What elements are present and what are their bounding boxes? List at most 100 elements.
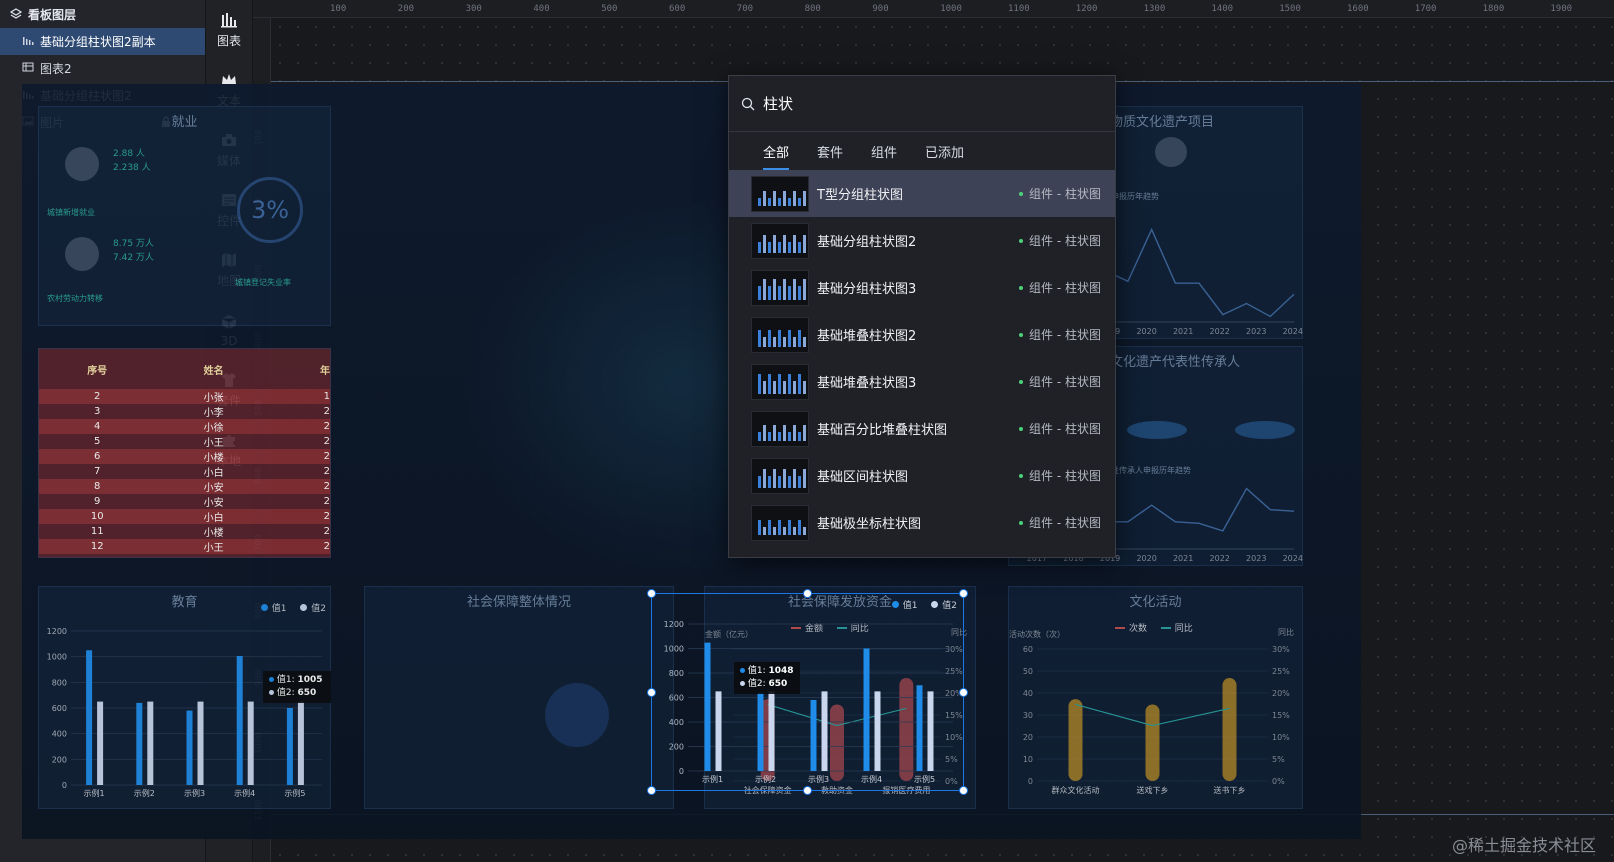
table-cell: 2	[323, 451, 330, 462]
thumb-bar	[793, 234, 796, 253]
layer-item[interactable]: 基础分组柱状图2副本	[0, 28, 205, 55]
thumb-bar	[798, 373, 801, 394]
culture-chart: 30% 60 25% 50 20% 40 15% 30 10% 20 5% 10 0% 0 群众文化活动 送戏…	[1023, 645, 1290, 795]
thumb-bar	[783, 278, 786, 300]
category-bar-chart[interactable]: 图表	[206, 0, 252, 60]
bar-值2	[247, 701, 254, 785]
security-legend: 值1 值2	[891, 598, 957, 611]
table-cell: 小安	[203, 483, 224, 494]
thumb-bar	[803, 526, 806, 535]
resize-handle-bl[interactable]	[647, 786, 656, 795]
ruler-tick: 1900	[1550, 4, 1573, 14]
result-item[interactable]: 基础区间柱状图 组件 - 柱状图	[729, 452, 1115, 499]
ruler-tick: 1100	[1008, 4, 1030, 14]
ruler-tick: 1400	[1211, 4, 1234, 14]
thumb-bar	[788, 241, 791, 253]
layers-icon	[10, 8, 22, 19]
result-item[interactable]: 基础分组柱状图2 组件 - 柱状图	[729, 217, 1115, 264]
table-row: 12 小王 2	[39, 539, 330, 554]
bar-值2	[874, 691, 881, 771]
resize-handle-l[interactable]	[647, 688, 656, 697]
thumb-bar	[768, 475, 771, 488]
bar	[1068, 699, 1083, 781]
thumb-bar	[803, 380, 806, 394]
thumb-bar	[778, 373, 781, 394]
resize-handle-t[interactable]	[803, 589, 812, 598]
ruler-tick: 500	[601, 4, 618, 14]
status-dot	[1019, 238, 1024, 243]
result-thumbnail	[751, 316, 809, 353]
y-tick-label: 600	[52, 704, 67, 713]
l-tick-label: 60	[1023, 645, 1033, 654]
thumb-bar	[793, 424, 796, 441]
result-item[interactable]: 基础百分比堆叠柱状图 组件 - 柱状图	[729, 405, 1115, 452]
ruler-tick: 1300	[1143, 4, 1166, 14]
table-cell: 3	[94, 406, 101, 417]
resize-handle-tr[interactable]	[959, 589, 968, 598]
l-tick-label: 40	[1023, 689, 1033, 698]
resize-handle-br[interactable]	[959, 786, 968, 795]
thumb-bar	[773, 190, 776, 206]
resize-handle-b[interactable]	[803, 786, 812, 795]
search-bar[interactable]: 柱状	[729, 76, 1115, 132]
result-item[interactable]: 基础极坐标柱状图 组件 - 柱状图	[729, 499, 1115, 546]
rural-icon	[65, 237, 99, 271]
bar-值2	[297, 701, 304, 785]
result-tag-label: 组件 - 柱状图	[1029, 328, 1101, 342]
tab-0[interactable]: 全部	[763, 142, 790, 170]
result-thumbnail	[751, 410, 809, 447]
layer-item[interactable]: 图表2	[0, 55, 205, 82]
table-row: 4 小徐 2	[39, 419, 330, 434]
table-cell: 2	[323, 541, 330, 552]
bar-值2	[197, 701, 204, 785]
thumb-bar	[793, 526, 796, 535]
tab-2[interactable]: 组件	[871, 142, 897, 161]
tab-3[interactable]: 已添加	[925, 142, 964, 161]
resize-handle-tl[interactable]	[647, 589, 656, 598]
search-icon	[741, 97, 755, 110]
result-tag: 组件 - 柱状图	[1019, 232, 1115, 249]
thumb-bar	[783, 336, 786, 347]
thumb-bar	[788, 197, 791, 206]
table-row: 10 小白 2	[39, 509, 330, 524]
table-cell: 2	[323, 481, 330, 492]
thumb-bar	[758, 197, 761, 206]
bar-值2	[97, 701, 104, 785]
ruler-tick: 200	[397, 4, 415, 14]
result-item[interactable]: T型分组柱状图 组件 - 柱状图	[729, 170, 1115, 217]
result-item[interactable]: 基础堆叠柱状图2 组件 - 柱状图	[729, 311, 1115, 358]
thumb-bar	[778, 197, 781, 206]
y-tick-label: 1000	[47, 653, 67, 662]
education-legend: 值1 值2	[260, 601, 326, 614]
security-title: 社会保障整体情况	[466, 595, 571, 610]
table-cell: 2	[323, 526, 330, 537]
employment-stat-2: 8.75 万人 7.42 万人	[113, 239, 154, 263]
thumb-bar	[758, 519, 761, 535]
search-input[interactable]: 柱状	[763, 93, 793, 114]
result-thumbnail	[751, 175, 809, 212]
l-tick-label: 10	[1023, 755, 1033, 764]
result-tag: 组件 - 柱状图	[1019, 514, 1115, 531]
employment-panel: 就业 2.88 人 2.238 人 8.75 万人 7.42 万人 城镇新增就业 农…	[38, 106, 331, 326]
education-tooltip: 值1: 1005 值2: 650	[263, 671, 331, 703]
result-tag-label: 组件 - 柱状图	[1029, 469, 1101, 483]
heritage-icon-2	[1155, 137, 1187, 167]
security-bar-chart: 0 200 400 600 800 1000 1200 示例1 示例2 示例3 示例4 示例5	[664, 620, 953, 784]
y-tick-label: 400	[52, 730, 67, 739]
col-year: 年	[320, 365, 330, 377]
status-dot	[1019, 191, 1024, 196]
thumb-bar	[758, 431, 761, 441]
thumb-bar	[763, 234, 766, 253]
resize-handle-r[interactable]	[959, 688, 968, 697]
unemployment-gauge: 3%	[237, 177, 303, 243]
result-item[interactable]: 基础分组柱状图3 组件 - 柱状图	[729, 264, 1115, 311]
tab-1[interactable]: 套件	[817, 142, 843, 161]
search-results: T型分组柱状图 组件 - 柱状图 基础分组柱状图2 组件 - 柱状图 基础分组柱状图3 组…	[729, 170, 1115, 546]
thumb-bar	[788, 431, 791, 441]
bar-chart-icon	[22, 34, 34, 49]
result-item[interactable]: 基础堆叠柱状图3 组件 - 柱状图	[729, 358, 1115, 405]
selected-component[interactable]: 值1 值2 0 200 400 600 800 1000 1200 示例1 示例2 示例3 示例4 示…	[647, 589, 968, 795]
x-tick-label: 示例1	[84, 788, 105, 798]
bar-值2	[768, 691, 775, 771]
y-tick-label: 1200	[664, 620, 684, 629]
